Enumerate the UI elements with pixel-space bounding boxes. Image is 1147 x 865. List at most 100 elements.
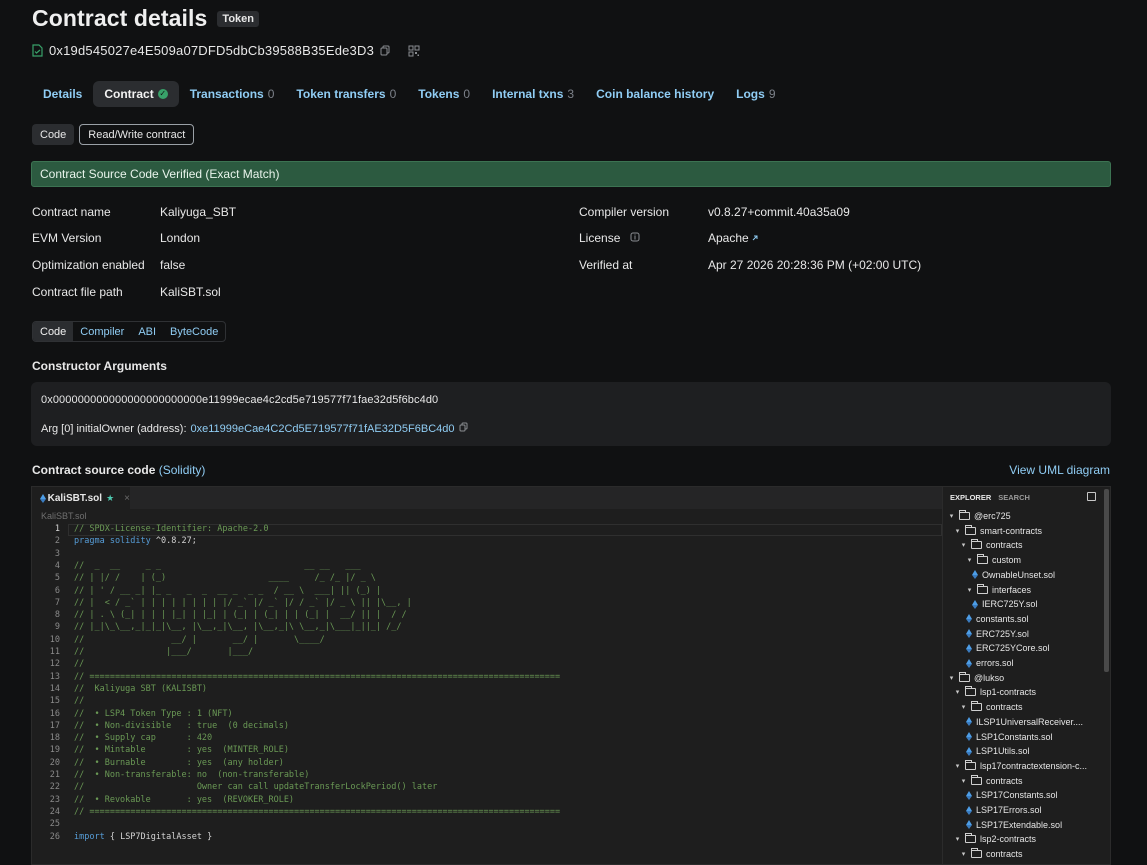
explorer-item-label: LSP17Errors.sol — [976, 805, 1042, 815]
explorer-file[interactable]: constants.sol — [966, 612, 1029, 626]
contract-name-value: Kaliyuga_SBT — [160, 205, 237, 219]
copy-icon[interactable] — [459, 422, 468, 435]
tab-details[interactable]: Details — [32, 81, 93, 107]
license-label: License — [579, 231, 621, 245]
search-tab[interactable]: SEARCH — [998, 493, 1030, 502]
explorer-file[interactable]: LSP1Constants.sol — [966, 730, 1053, 744]
explorer-folder[interactable]: ▾ contracts — [960, 774, 1023, 788]
license-label-wrap: License — [579, 231, 640, 245]
solidity-file-icon — [966, 820, 972, 830]
tab-count: 0 — [389, 87, 397, 101]
close-icon[interactable]: × — [124, 493, 130, 504]
explorer-folder[interactable]: ▾ interfaces — [966, 583, 1031, 597]
file-check-icon — [32, 44, 43, 57]
explorer-folder[interactable]: ▾ smart-contracts — [954, 524, 1042, 538]
explorer-file[interactable]: LSP17Errors.sol — [966, 803, 1042, 817]
explorer-file[interactable]: ERC725YCore.sol — [966, 641, 1050, 655]
license-link[interactable]: Apache — [708, 231, 759, 245]
copy-icon[interactable] — [380, 45, 390, 56]
explorer-item-label: smart-contracts — [980, 525, 1043, 536]
compiler-value: v0.8.27+commit.40a35a09 — [708, 205, 850, 219]
chevron-down-icon: ▾ — [955, 527, 960, 535]
explorer-file[interactable]: ILSP1UniversalReceiver.... — [966, 715, 1083, 729]
solidity-file-icon — [966, 658, 972, 668]
tab-logs[interactable]: Logs 9 — [725, 81, 786, 107]
explorer-folder[interactable]: ▾ lsp17contractextension-c... — [954, 759, 1087, 773]
tab-count: 9 — [768, 87, 776, 101]
verified-at-value: Apr 27 2026 20:28:36 PM (+02:00 UTC) — [708, 258, 922, 272]
explorer-item-label: LSP17Constants.sol — [976, 790, 1058, 801]
subtab-code[interactable]: Code — [32, 124, 75, 145]
explorer-scrollbar[interactable] — [1104, 489, 1109, 672]
contract-subtabs: Code Read/Write contract — [32, 124, 195, 145]
code-line: // | < / _` | | | | | | | | |/ _` |/ _` … — [74, 597, 412, 608]
explorer-item-label: errors.sol — [976, 658, 1014, 668]
file-explorer: EXPLORER SEARCH ▾ @erc725 ▾ smart-contracts… — [942, 487, 1110, 864]
subtab-read-write[interactable]: Read/Write contract — [79, 124, 195, 145]
explorer-folder[interactable]: ▾ contracts — [960, 538, 1023, 552]
editor-file-tab[interactable]: KaliSBT.sol ★ × — [32, 487, 130, 509]
line-number: 18 — [49, 733, 60, 744]
explorer-item-label: constants.sol — [976, 613, 1029, 624]
code-line: // • Non-transferable: no (non-transfera… — [74, 770, 310, 780]
code-line: // SPDX-License-Identifier: Apache-2.0 — [74, 524, 269, 534]
code-line: pragma solidity ^0.8.27; — [74, 536, 197, 547]
codetab-code[interactable]: Code — [33, 322, 74, 341]
explorer-item-label: ERC725Y.sol — [976, 628, 1029, 639]
contract-info: Contract name Kaliyuga_SBT EVM Version L… — [32, 205, 1112, 305]
code-line: // =====================================… — [74, 806, 561, 817]
explorer-file[interactable]: errors.sol — [966, 656, 1014, 670]
tab-tokens[interactable]: Tokens 0 — [407, 81, 481, 107]
editor-breadcrumb: KaliSBT.sol — [41, 511, 87, 521]
tab-transactions[interactable]: Transactions 0 — [179, 81, 286, 107]
codetab-bytecode[interactable]: ByteCode — [163, 322, 225, 341]
tab-internal-txns[interactable]: Internal txns 3 — [481, 81, 585, 107]
line-number: 8 — [54, 610, 60, 621]
line-number: 12 — [49, 659, 60, 670]
info-icon[interactable] — [630, 231, 640, 245]
codetab-compiler[interactable]: Compiler — [73, 322, 131, 341]
codetab-abi[interactable]: ABI — [131, 322, 163, 341]
explorer-folder[interactable]: ▾ lsp2-contracts — [954, 832, 1036, 846]
folder-open-icon — [965, 759, 976, 770]
explorer-item-label: contracts — [986, 702, 1023, 713]
collapse-all-icon[interactable] — [1087, 492, 1096, 501]
code-line: // • Burnable : yes (any holder) — [74, 757, 284, 768]
explorer-file[interactable]: IERC725Y.sol — [972, 597, 1037, 611]
folder-open-icon — [965, 833, 976, 844]
explorer-folder[interactable]: ▾ @lukso — [948, 671, 1004, 685]
solidity-file-icon — [966, 790, 972, 800]
code-line: // Owner can call updateTransferLockPeri… — [74, 782, 438, 793]
line-number: 2 — [54, 536, 60, 547]
editor-file-tab-label: KaliSBT.sol — [47, 492, 103, 504]
explorer-folder[interactable]: ▾ contracts — [960, 847, 1023, 861]
tab-token-transfers[interactable]: Token transfers 0 — [285, 81, 407, 107]
explorer-file[interactable]: LSP17Constants.sol — [966, 788, 1058, 802]
code-tabs: Code Compiler ABI ByteCode — [32, 321, 227, 342]
tab-contract[interactable]: Contract ✓ — [93, 81, 179, 107]
folder-open-icon — [959, 671, 970, 682]
explorer-file[interactable]: ERC725Y.sol — [966, 627, 1029, 641]
page-title: Contract details — [32, 5, 208, 31]
explorer-tab[interactable]: EXPLORER — [950, 493, 991, 502]
arg-address-link[interactable]: 0xe11999eCae4C2Cd5E719577f71fAE32D5F6BC4… — [191, 423, 455, 435]
tab-coin-balance-history[interactable]: Coin balance history — [585, 81, 725, 107]
explorer-folder[interactable]: ▾ lsp1-contracts — [954, 685, 1036, 699]
explorer-folder[interactable]: ▾ custom — [966, 553, 1021, 567]
code-line: // | . \ (_| | | | |_| | |_| | (_| | (_|… — [74, 610, 407, 621]
optimization-value: false — [160, 258, 186, 272]
tab-label: Coin balance history — [596, 87, 715, 101]
chevron-down-icon: ▾ — [967, 557, 972, 565]
source-heading: Contract source code (Solidity) — [32, 463, 205, 477]
explorer-file[interactable]: OwnableUnset.sol — [972, 568, 1055, 582]
qr-code-icon[interactable] — [408, 45, 420, 57]
view-uml-link[interactable]: View UML diagram — [1009, 463, 1110, 477]
explorer-file[interactable]: LSP1Utils.sol — [966, 744, 1030, 758]
explorer-file[interactable]: LSP17Extendable.sol — [966, 818, 1062, 832]
arg-label: Arg [0] initialOwner (address): — [41, 422, 187, 435]
line-number: 21 — [49, 770, 60, 780]
explorer-item-label: OwnableUnset.sol — [982, 569, 1056, 580]
solidity-file-icon — [966, 629, 972, 639]
explorer-folder[interactable]: ▾ @erc725 — [948, 509, 1011, 523]
explorer-folder[interactable]: ▾ contracts — [960, 700, 1023, 714]
